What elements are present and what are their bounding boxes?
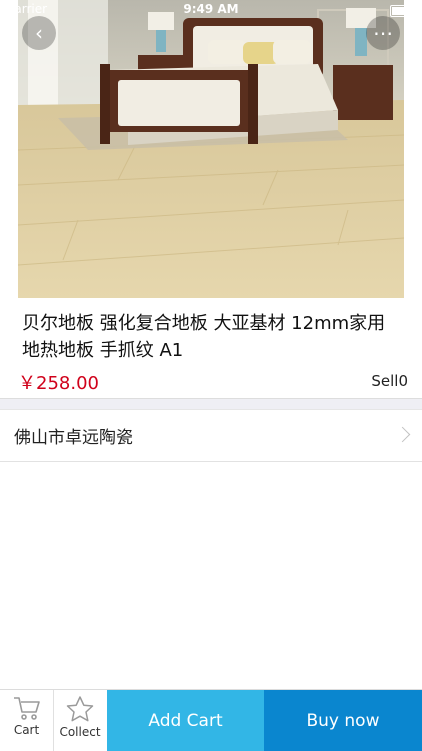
battery-icon xyxy=(390,5,414,17)
bottom-action-bar: Cart Collect Add Cart Buy now xyxy=(0,689,422,751)
product-image[interactable] xyxy=(18,0,404,298)
store-name: 佛山市卓远陶瓷 xyxy=(14,428,133,448)
product-price: ￥258.00 xyxy=(18,373,99,394)
chevron-right-icon xyxy=(394,426,411,443)
star-icon xyxy=(66,696,94,722)
cart-label: Cart xyxy=(13,723,40,737)
sales-count: Sell0 xyxy=(371,372,408,390)
share-icon[interactable]: ⋯ xyxy=(366,16,400,50)
back-icon[interactable]: ‹ xyxy=(22,16,56,50)
status-bar: Carrier 9:49 AM xyxy=(0,0,422,20)
clock: 9:49 AM xyxy=(183,2,239,16)
product-title: 贝尔地板 强化复合地板 大亚基材 12mm家用地热地板 手抓纹 A1 xyxy=(22,313,386,361)
cart-icon xyxy=(13,697,40,720)
collect-button[interactable]: Collect xyxy=(54,690,106,751)
cart-button[interactable]: Cart xyxy=(0,690,54,751)
add-cart-button[interactable]: Add Cart xyxy=(107,690,264,751)
store-row[interactable]: 佛山市卓远陶瓷 xyxy=(0,409,422,462)
buy-now-button[interactable]: Buy now xyxy=(264,690,422,751)
collect-label: Collect xyxy=(59,725,101,739)
